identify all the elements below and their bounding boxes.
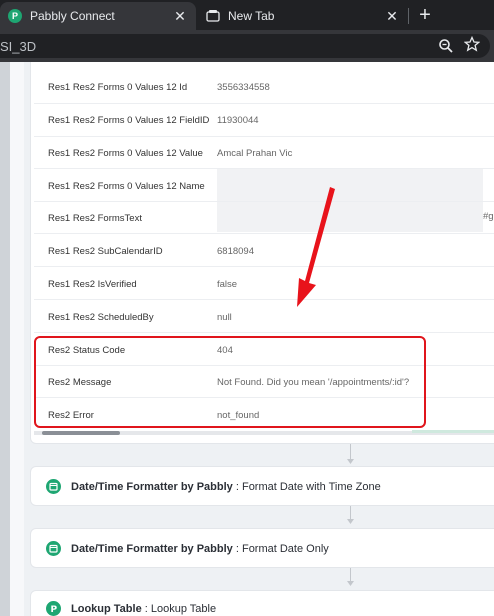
tab-divider (408, 8, 409, 24)
browser-toolbar (0, 30, 494, 62)
connector-arrow-icon (347, 581, 354, 586)
url-text[interactable]: SI_3D (0, 39, 36, 54)
response-row: Res1 Res2 Forms 0 Values 12 Name (34, 169, 494, 202)
new-tab-icon (206, 9, 220, 23)
workflow-step-format-date-time-zone[interactable]: Date/Time Formatter by Pabbly : Format D… (30, 466, 494, 506)
calendar-icon (46, 541, 61, 556)
close-tab-icon[interactable]: ✕ (384, 8, 400, 25)
connector-arrow-icon (347, 519, 354, 524)
left-sidebar (0, 62, 10, 616)
address-bar[interactable] (0, 34, 490, 58)
connector-arrow-icon (347, 459, 354, 464)
step-label: Date/Time Formatter by Pabbly : Format D… (71, 543, 329, 555)
step-app-name: Date/Time Formatter by Pabbly (71, 481, 233, 493)
response-row: Res1 Res2 Forms 0 Values 12 Id 355633455… (34, 70, 494, 103)
row-key: Res1 Res2 Forms 0 Values 12 Id (48, 82, 188, 93)
tab-title: New Tab (228, 9, 275, 23)
row-value: 11930044 (217, 115, 259, 126)
response-row: Res1 Res2 FormsText (34, 201, 494, 234)
step-action-name: Format Date Only (241, 543, 329, 555)
scrollbar-thumb[interactable] (42, 431, 120, 435)
card-accent-edge (412, 430, 494, 433)
bookmark-star-icon[interactable] (463, 35, 481, 57)
row-key: Res1 Res2 IsVerified (48, 279, 137, 290)
response-row: Res1 Res2 Forms 0 Values 12 FieldID 1193… (34, 103, 494, 136)
new-tab-button[interactable]: + (414, 3, 436, 27)
response-row: Res1 Res2 ScheduledBy null (34, 300, 494, 333)
pabbly-icon: P (8, 9, 22, 23)
red-arrow-annotation (297, 187, 335, 307)
row-value: Amcal Prahan Vic (217, 148, 293, 159)
row-value: 3556334558 (217, 82, 270, 93)
browser-tab-strip: P Pabbly Connect ✕ New Tab ✕ + (0, 0, 494, 30)
step-app-name: Date/Time Formatter by Pabbly (71, 543, 233, 555)
response-row: Res1 Res2 Forms 0 Values 12 Value Amcal … (34, 136, 494, 169)
zoom-icon[interactable] (438, 38, 454, 54)
row-value: 6818094 (217, 246, 254, 257)
response-row: Res1 Res2 SubCalendarID 6818094 (34, 234, 494, 267)
workflow-step-format-date-only[interactable]: Date/Time Formatter by Pabbly : Format D… (30, 528, 494, 568)
step-label: Date/Time Formatter by Pabbly : Format D… (71, 481, 381, 493)
error-highlight-box (34, 336, 426, 428)
workflow-step-lookup-table[interactable]: P Lookup Table : Lookup Table (30, 590, 494, 616)
tab-title: Pabbly Connect (30, 9, 115, 23)
row-value: false (217, 279, 238, 290)
step-label: Lookup Table : Lookup Table (71, 603, 216, 615)
pabbly-icon: P (46, 601, 61, 616)
tab-new-tab[interactable]: New Tab ✕ (198, 2, 408, 30)
left-gutter (10, 62, 24, 616)
row-key: Res1 Res2 Forms 0 Values 12 Value (48, 148, 203, 159)
row-key: Res1 Res2 SubCalendarID (48, 246, 163, 257)
row-key: Res1 Res2 Forms 0 Values 12 Name (48, 181, 205, 192)
row-value: null (217, 312, 232, 323)
step-app-name: Lookup Table (71, 603, 142, 615)
calendar-icon (46, 479, 61, 494)
response-row: Res1 Res2 IsVerified false (34, 267, 494, 300)
tab-pabbly-connect[interactable]: P Pabbly Connect ✕ (0, 2, 196, 30)
close-tab-icon[interactable]: ✕ (172, 8, 188, 25)
step-separator: : (141, 603, 151, 615)
step-separator: : (232, 481, 242, 493)
step-action-name: Format Date with Time Zone (241, 481, 381, 493)
row-key: Res1 Res2 Forms 0 Values 12 FieldID (48, 115, 210, 126)
row-key: Res1 Res2 FormsText (48, 213, 142, 224)
svg-text:P: P (51, 605, 58, 615)
step-separator: : (232, 543, 242, 555)
row-key: Res1 Res2 ScheduledBy (48, 312, 154, 323)
step-action-name: Lookup Table (150, 603, 217, 615)
